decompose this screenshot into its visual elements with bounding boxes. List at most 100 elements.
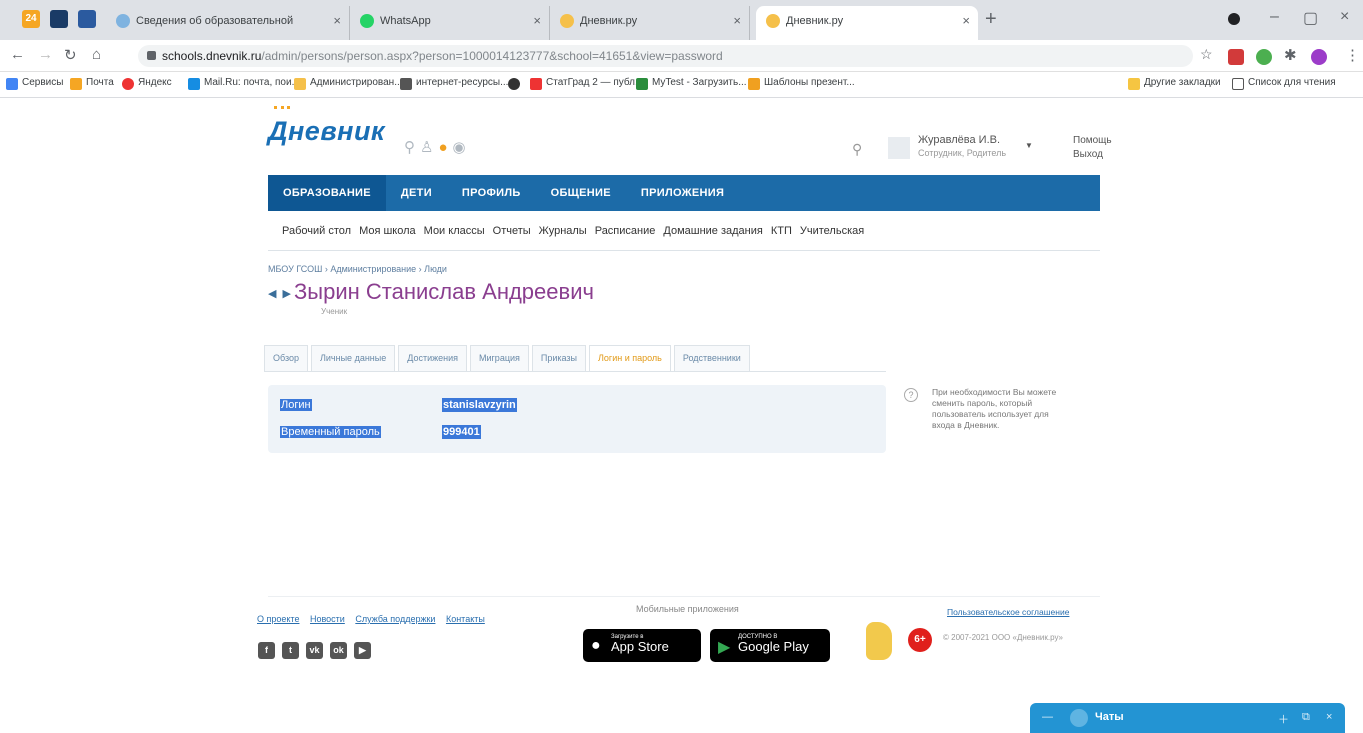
avatar[interactable] — [1311, 49, 1327, 65]
subnav-item[interactable]: Мои классы — [424, 211, 485, 251]
bookmark-item[interactable]: СтатГрад 2 — публ... — [530, 77, 643, 90]
app-store-button[interactable]: ● Загрузите в App Store — [583, 629, 701, 662]
new-tab-icon[interactable]: + — [985, 8, 997, 31]
pinned-tab[interactable]: 24 — [22, 10, 40, 28]
people-icon[interactable]: ♙ — [420, 139, 438, 156]
profile-icon[interactable] — [1228, 13, 1240, 25]
tab-achievements[interactable]: Достижения — [398, 345, 467, 371]
bookmark-item[interactable]: Mail.Ru: почта, пои... — [188, 77, 300, 90]
bookmark-item[interactable]: Яндекс — [122, 77, 172, 90]
network-icon[interactable]: ⚲ — [404, 139, 420, 156]
forward-icon[interactable]: → — [38, 46, 53, 63]
help-link[interactable]: Помощь — [1073, 134, 1112, 148]
subnav-item[interactable]: Учительская — [800, 211, 864, 251]
browser-tab[interactable]: Сведения об образовательной × — [106, 6, 350, 40]
facebook-icon[interactable]: f — [258, 642, 275, 659]
reload-icon[interactable]: ↻ — [64, 46, 77, 64]
close-icon[interactable]: × — [1326, 711, 1332, 723]
tab-personal-data[interactable]: Личные данные — [311, 345, 396, 371]
vk-icon[interactable]: vk — [306, 642, 323, 659]
tab-migration[interactable]: Миграция — [470, 345, 529, 371]
browser-tab[interactable]: Дневник.ру × — [550, 6, 750, 40]
bookmark-item[interactable]: Сервисы — [6, 77, 63, 90]
chat-widget[interactable]: — Чаты ＋ ⧉ × — [1030, 703, 1345, 733]
footer-link-contacts[interactable]: Контакты — [446, 614, 485, 624]
bookmark-item[interactable]: интернет-ресурсы... — [400, 77, 508, 90]
globe-icon[interactable]: ◉ — [453, 139, 471, 156]
bookmark-item[interactable]: Шаблоны презент... — [748, 77, 855, 90]
bookmark-item[interactable]: Почта — [70, 77, 114, 90]
header-icons[interactable]: ⚲♙●◉ — [404, 138, 471, 156]
appstore-big: App Store — [611, 639, 669, 654]
menu-dots-icon[interactable]: ⋮ — [1345, 46, 1360, 64]
pinned-tab[interactable] — [50, 10, 68, 28]
close-tab-icon[interactable]: × — [533, 6, 541, 36]
statgrad-icon — [530, 78, 542, 90]
maximize-icon[interactable]: ▢ — [1303, 8, 1318, 28]
tab-overview[interactable]: Обзор — [264, 345, 308, 371]
footer-link-support[interactable]: Служба поддержки — [355, 614, 435, 624]
browser-tab[interactable]: WhatsApp × — [350, 6, 550, 40]
twitter-icon[interactable]: t — [282, 642, 299, 659]
close-window-icon[interactable]: × — [1340, 8, 1349, 26]
footer-link-news[interactable]: Новости — [310, 614, 345, 624]
footer-link-about[interactable]: О проекте — [257, 614, 299, 624]
bookmark-folder[interactable]: Другие закладки — [1128, 77, 1221, 90]
logout-link[interactable]: Выход — [1073, 148, 1112, 162]
reading-list[interactable]: Список для чтения — [1232, 77, 1336, 90]
collapse-icon[interactable]: — — [1042, 711, 1053, 723]
home-icon[interactable]: ⌂ — [92, 46, 101, 63]
chevron-down-icon[interactable]: ▼ — [1025, 141, 1033, 150]
prev-arrow-icon[interactable]: ◀ — [268, 288, 282, 300]
tab-login-password[interactable]: Логин и пароль — [589, 345, 671, 372]
subnav-item[interactable]: Моя школа — [359, 211, 416, 251]
odnoklassniki-icon[interactable]: ok — [330, 642, 347, 659]
youtube-icon[interactable]: ▶ — [354, 642, 371, 659]
search-icon[interactable]: ⚲ — [852, 141, 862, 158]
close-tab-icon[interactable]: × — [962, 6, 970, 36]
nav-item-education[interactable]: ОБРАЗОВАНИЕ — [268, 175, 386, 211]
bookmark-label: Шаблоны презент... — [764, 77, 855, 88]
bookmark-item[interactable]: Администрирован... — [294, 77, 403, 90]
nav-item-apps[interactable]: ПРИЛОЖЕНИЯ — [626, 175, 739, 211]
extensions-puzzle-icon[interactable]: ✱ — [1284, 46, 1297, 64]
web-icon — [508, 78, 520, 90]
whatsapp-icon — [360, 14, 374, 28]
breadcrumb[interactable]: МБОУ ГСОШ › Администрирование › Люди — [268, 264, 447, 274]
notification-icon[interactable]: ● — [438, 139, 452, 156]
subnav-item[interactable]: КТП — [771, 211, 792, 251]
browser-tab-active[interactable]: Дневник.ру × — [756, 6, 978, 40]
close-tab-icon[interactable]: × — [733, 6, 741, 36]
subnav-item[interactable]: Расписание — [595, 211, 656, 251]
tab-title: Дневник.ру — [786, 15, 844, 27]
extension-icon[interactable] — [1256, 49, 1272, 65]
close-tab-icon[interactable]: × — [333, 6, 341, 36]
help-question-icon: ? — [904, 388, 918, 402]
password-value[interactable]: 999401 — [442, 425, 481, 439]
subnav-item[interactable]: Отчеты — [493, 211, 531, 251]
expand-icon[interactable]: ⧉ — [1302, 711, 1310, 724]
add-chat-icon[interactable]: ＋ — [1278, 711, 1289, 727]
nav-item-children[interactable]: ДЕТИ — [386, 175, 447, 211]
subnav-item[interactable]: Журналы — [539, 211, 587, 251]
site-logo[interactable]: Дневник — [268, 106, 385, 147]
google-play-button[interactable]: ▶ ДОСТУПНО В Google Play — [710, 629, 830, 662]
tab-relatives[interactable]: Родственники — [673, 345, 750, 371]
bookmark-star-icon[interactable]: ☆ — [1200, 46, 1213, 63]
bookmark-item[interactable]: MyTest - Загрузить... — [636, 77, 747, 90]
footer-divider — [268, 596, 1100, 597]
avatar[interactable] — [888, 137, 910, 159]
extension-icon[interactable] — [1228, 49, 1244, 65]
user-agreement-link[interactable]: Пользовательское соглашение — [947, 607, 1069, 617]
nav-item-communication[interactable]: ОБЩЕНИЕ — [536, 175, 626, 211]
address-bar[interactable]: schools.dnevnik.ru/admin/persons/person.… — [138, 45, 1193, 67]
login-value[interactable]: stanislavzyrin — [442, 398, 517, 412]
back-icon[interactable]: ← — [10, 46, 25, 63]
nav-item-profile[interactable]: ПРОФИЛЬ — [447, 175, 536, 211]
pinned-tab[interactable] — [78, 10, 96, 28]
tab-orders[interactable]: Приказы — [531, 345, 587, 371]
subnav-item[interactable]: Рабочий стол — [282, 211, 351, 251]
subnav-item[interactable]: Домашние задания — [663, 211, 762, 251]
minimize-icon[interactable]: – — [1270, 8, 1279, 26]
user-menu[interactable]: Журавлёва И.В. Сотрудник, Родитель — [918, 134, 1006, 160]
